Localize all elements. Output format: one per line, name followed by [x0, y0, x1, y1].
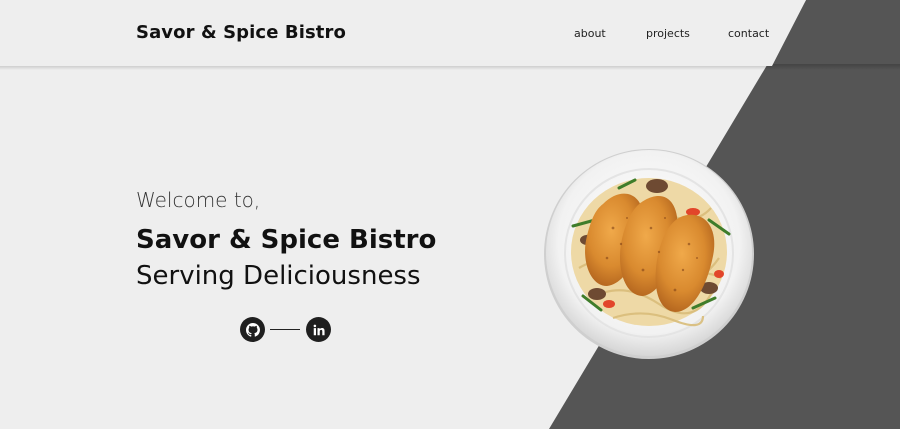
welcome-text: Welcome to, [136, 188, 261, 212]
nav-link-projects[interactable]: projects [646, 27, 690, 40]
github-icon [245, 322, 260, 337]
hero-title: Savor & Spice Bistro [136, 225, 437, 255]
hero-section: Welcome to, Savor & Spice Bistro Serving… [136, 188, 436, 291]
social-divider-line [270, 329, 300, 330]
nav-link-contact[interactable]: contact [728, 27, 769, 40]
hero-tagline: Serving Deliciousness [136, 261, 421, 291]
linkedin-icon [313, 324, 325, 335]
plated-chicken-pasta-illustration [544, 149, 754, 359]
dish-image [543, 148, 755, 360]
github-link[interactable] [240, 317, 265, 342]
main-nav: about projects contact [0, 27, 900, 43]
nav-link-about[interactable]: about [574, 27, 606, 40]
linkedin-link[interactable] [306, 317, 331, 342]
